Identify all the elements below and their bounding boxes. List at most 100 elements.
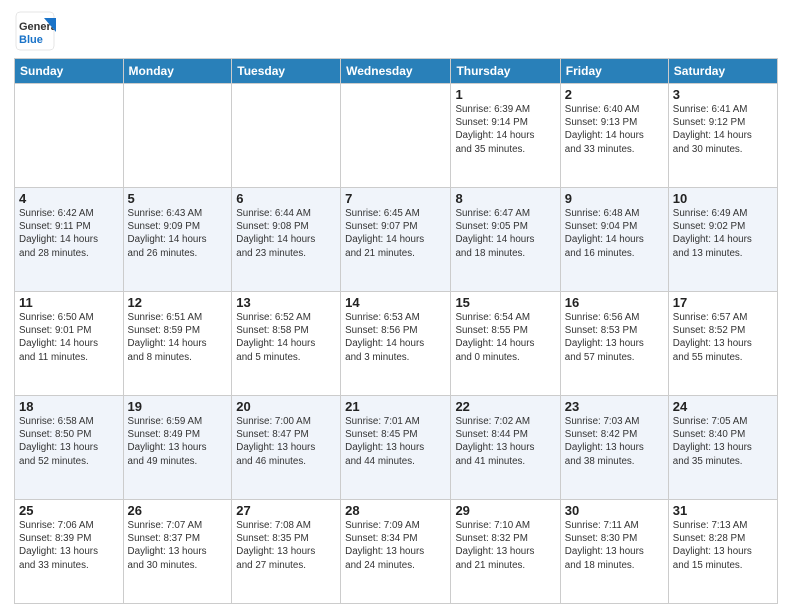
calendar-cell: 15Sunrise: 6:54 AM Sunset: 8:55 PM Dayli… — [451, 292, 560, 396]
calendar-cell: 6Sunrise: 6:44 AM Sunset: 9:08 PM Daylig… — [232, 188, 341, 292]
day-number: 31 — [673, 503, 773, 518]
day-info: Sunrise: 7:06 AM Sunset: 8:39 PM Dayligh… — [19, 519, 119, 572]
day-info: Sunrise: 6:58 AM Sunset: 8:50 PM Dayligh… — [19, 415, 119, 468]
calendar-cell: 8Sunrise: 6:47 AM Sunset: 9:05 PM Daylig… — [451, 188, 560, 292]
calendar-cell: 19Sunrise: 6:59 AM Sunset: 8:49 PM Dayli… — [123, 396, 232, 500]
day-number: 30 — [565, 503, 664, 518]
calendar-table: SundayMondayTuesdayWednesdayThursdayFrid… — [14, 58, 778, 604]
day-info: Sunrise: 6:54 AM Sunset: 8:55 PM Dayligh… — [455, 311, 555, 364]
day-number: 22 — [455, 399, 555, 414]
day-number: 14 — [345, 295, 446, 310]
calendar-cell: 14Sunrise: 6:53 AM Sunset: 8:56 PM Dayli… — [341, 292, 451, 396]
calendar-cell: 1Sunrise: 6:39 AM Sunset: 9:14 PM Daylig… — [451, 84, 560, 188]
calendar-cell: 10Sunrise: 6:49 AM Sunset: 9:02 PM Dayli… — [668, 188, 777, 292]
calendar-cell: 13Sunrise: 6:52 AM Sunset: 8:58 PM Dayli… — [232, 292, 341, 396]
day-info: Sunrise: 6:52 AM Sunset: 8:58 PM Dayligh… — [236, 311, 336, 364]
day-info: Sunrise: 7:03 AM Sunset: 8:42 PM Dayligh… — [565, 415, 664, 468]
calendar-day-header: Saturday — [668, 59, 777, 84]
calendar-day-header: Friday — [560, 59, 668, 84]
day-number: 12 — [128, 295, 228, 310]
day-number: 17 — [673, 295, 773, 310]
day-number: 8 — [455, 191, 555, 206]
calendar-day-header: Wednesday — [341, 59, 451, 84]
calendar-cell: 29Sunrise: 7:10 AM Sunset: 8:32 PM Dayli… — [451, 500, 560, 604]
day-info: Sunrise: 6:44 AM Sunset: 9:08 PM Dayligh… — [236, 207, 336, 260]
day-info: Sunrise: 6:50 AM Sunset: 9:01 PM Dayligh… — [19, 311, 119, 364]
day-number: 21 — [345, 399, 446, 414]
calendar-cell: 12Sunrise: 6:51 AM Sunset: 8:59 PM Dayli… — [123, 292, 232, 396]
day-number: 1 — [455, 87, 555, 102]
calendar-cell: 7Sunrise: 6:45 AM Sunset: 9:07 PM Daylig… — [341, 188, 451, 292]
day-number: 23 — [565, 399, 664, 414]
day-info: Sunrise: 6:42 AM Sunset: 9:11 PM Dayligh… — [19, 207, 119, 260]
calendar-cell: 11Sunrise: 6:50 AM Sunset: 9:01 PM Dayli… — [15, 292, 124, 396]
calendar-cell: 24Sunrise: 7:05 AM Sunset: 8:40 PM Dayli… — [668, 396, 777, 500]
calendar-cell: 4Sunrise: 6:42 AM Sunset: 9:11 PM Daylig… — [15, 188, 124, 292]
calendar-cell — [232, 84, 341, 188]
day-info: Sunrise: 7:05 AM Sunset: 8:40 PM Dayligh… — [673, 415, 773, 468]
calendar-day-header: Monday — [123, 59, 232, 84]
day-info: Sunrise: 6:43 AM Sunset: 9:09 PM Dayligh… — [128, 207, 228, 260]
page-container: General Blue SundayMondayTuesdayWednesda… — [0, 0, 792, 612]
day-number: 5 — [128, 191, 228, 206]
day-info: Sunrise: 6:48 AM Sunset: 9:04 PM Dayligh… — [565, 207, 664, 260]
calendar-cell: 2Sunrise: 6:40 AM Sunset: 9:13 PM Daylig… — [560, 84, 668, 188]
header: General Blue — [14, 10, 778, 52]
day-info: Sunrise: 6:59 AM Sunset: 8:49 PM Dayligh… — [128, 415, 228, 468]
calendar-cell: 20Sunrise: 7:00 AM Sunset: 8:47 PM Dayli… — [232, 396, 341, 500]
calendar-cell: 25Sunrise: 7:06 AM Sunset: 8:39 PM Dayli… — [15, 500, 124, 604]
day-number: 13 — [236, 295, 336, 310]
day-info: Sunrise: 6:51 AM Sunset: 8:59 PM Dayligh… — [128, 311, 228, 364]
logo-icon: General Blue — [14, 10, 56, 52]
day-number: 18 — [19, 399, 119, 414]
day-info: Sunrise: 7:08 AM Sunset: 8:35 PM Dayligh… — [236, 519, 336, 572]
calendar-week-row: 25Sunrise: 7:06 AM Sunset: 8:39 PM Dayli… — [15, 500, 778, 604]
day-number: 29 — [455, 503, 555, 518]
calendar-cell: 3Sunrise: 6:41 AM Sunset: 9:12 PM Daylig… — [668, 84, 777, 188]
calendar-week-row: 11Sunrise: 6:50 AM Sunset: 9:01 PM Dayli… — [15, 292, 778, 396]
calendar-cell: 5Sunrise: 6:43 AM Sunset: 9:09 PM Daylig… — [123, 188, 232, 292]
calendar-cell — [123, 84, 232, 188]
calendar-cell: 16Sunrise: 6:56 AM Sunset: 8:53 PM Dayli… — [560, 292, 668, 396]
day-info: Sunrise: 7:13 AM Sunset: 8:28 PM Dayligh… — [673, 519, 773, 572]
day-number: 19 — [128, 399, 228, 414]
calendar-day-header: Thursday — [451, 59, 560, 84]
day-info: Sunrise: 6:40 AM Sunset: 9:13 PM Dayligh… — [565, 103, 664, 156]
day-number: 9 — [565, 191, 664, 206]
day-number: 24 — [673, 399, 773, 414]
day-number: 11 — [19, 295, 119, 310]
calendar-week-row: 4Sunrise: 6:42 AM Sunset: 9:11 PM Daylig… — [15, 188, 778, 292]
day-info: Sunrise: 7:02 AM Sunset: 8:44 PM Dayligh… — [455, 415, 555, 468]
day-info: Sunrise: 6:45 AM Sunset: 9:07 PM Dayligh… — [345, 207, 446, 260]
day-number: 3 — [673, 87, 773, 102]
calendar-cell — [341, 84, 451, 188]
day-info: Sunrise: 6:53 AM Sunset: 8:56 PM Dayligh… — [345, 311, 446, 364]
calendar-header-row: SundayMondayTuesdayWednesdayThursdayFrid… — [15, 59, 778, 84]
calendar-cell: 31Sunrise: 7:13 AM Sunset: 8:28 PM Dayli… — [668, 500, 777, 604]
calendar-cell: 22Sunrise: 7:02 AM Sunset: 8:44 PM Dayli… — [451, 396, 560, 500]
day-info: Sunrise: 7:09 AM Sunset: 8:34 PM Dayligh… — [345, 519, 446, 572]
day-info: Sunrise: 6:57 AM Sunset: 8:52 PM Dayligh… — [673, 311, 773, 364]
day-info: Sunrise: 7:01 AM Sunset: 8:45 PM Dayligh… — [345, 415, 446, 468]
day-info: Sunrise: 7:11 AM Sunset: 8:30 PM Dayligh… — [565, 519, 664, 572]
calendar-cell: 28Sunrise: 7:09 AM Sunset: 8:34 PM Dayli… — [341, 500, 451, 604]
calendar-cell: 26Sunrise: 7:07 AM Sunset: 8:37 PM Dayli… — [123, 500, 232, 604]
day-number: 10 — [673, 191, 773, 206]
calendar-week-row: 18Sunrise: 6:58 AM Sunset: 8:50 PM Dayli… — [15, 396, 778, 500]
day-info: Sunrise: 6:39 AM Sunset: 9:14 PM Dayligh… — [455, 103, 555, 156]
calendar-day-header: Tuesday — [232, 59, 341, 84]
calendar-cell: 9Sunrise: 6:48 AM Sunset: 9:04 PM Daylig… — [560, 188, 668, 292]
day-number: 2 — [565, 87, 664, 102]
day-number: 7 — [345, 191, 446, 206]
day-number: 27 — [236, 503, 336, 518]
day-number: 4 — [19, 191, 119, 206]
day-info: Sunrise: 7:10 AM Sunset: 8:32 PM Dayligh… — [455, 519, 555, 572]
day-number: 16 — [565, 295, 664, 310]
day-info: Sunrise: 7:07 AM Sunset: 8:37 PM Dayligh… — [128, 519, 228, 572]
day-info: Sunrise: 6:47 AM Sunset: 9:05 PM Dayligh… — [455, 207, 555, 260]
logo: General Blue — [14, 10, 56, 52]
day-number: 25 — [19, 503, 119, 518]
calendar-cell: 18Sunrise: 6:58 AM Sunset: 8:50 PM Dayli… — [15, 396, 124, 500]
day-info: Sunrise: 6:41 AM Sunset: 9:12 PM Dayligh… — [673, 103, 773, 156]
day-info: Sunrise: 7:00 AM Sunset: 8:47 PM Dayligh… — [236, 415, 336, 468]
